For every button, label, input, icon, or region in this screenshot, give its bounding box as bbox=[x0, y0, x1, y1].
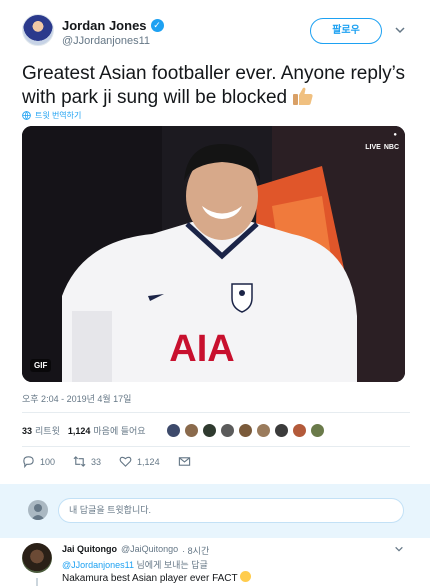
tweet-text-body: Greatest Asian footballer ever. Anyone r… bbox=[22, 63, 406, 108]
reply-header: Jai Quitongo @JaiQuitongo · 8시간 bbox=[62, 544, 209, 557]
message-icon bbox=[178, 457, 190, 466]
gif-frame: AIA bbox=[22, 126, 405, 382]
reply-to-suffix: 님에게 보내는 답글 bbox=[134, 560, 208, 570]
tweet-media-gif[interactable]: AIA ● LIVE NBC GIF bbox=[22, 126, 405, 382]
retweet-icon bbox=[73, 456, 86, 467]
translate-link[interactable]: 트윗 번역하기 bbox=[22, 110, 81, 121]
liker-avatar[interactable] bbox=[309, 422, 325, 438]
like-button[interactable]: 1,124 bbox=[119, 455, 160, 468]
thread-line bbox=[36, 578, 38, 586]
author-avatar[interactable] bbox=[22, 14, 54, 46]
thumbs-up-emoji bbox=[293, 87, 313, 105]
reply-to-handle[interactable]: @JJordanjones11 bbox=[62, 560, 134, 570]
liker-avatar[interactable] bbox=[237, 422, 253, 438]
liker-avatar[interactable] bbox=[219, 422, 235, 438]
reply-tweet[interactable]: Jai Quitongo @JaiQuitongo · 8시간 @JJordan… bbox=[0, 538, 430, 586]
liker-avatar[interactable] bbox=[165, 422, 181, 438]
retweet-count: 33 bbox=[91, 456, 102, 467]
shirt-sponsor-text: AIA bbox=[169, 328, 234, 370]
live-label: LIVE bbox=[365, 144, 381, 151]
tweet-actions: 100 33 1,124 bbox=[22, 455, 209, 468]
author-display-name[interactable]: Jordan Jones bbox=[62, 18, 147, 33]
reply-author-handle[interactable]: @JaiQuitongo bbox=[121, 544, 178, 557]
author-name-row: Jordan Jones ✓ bbox=[62, 18, 164, 33]
tweet-stats: 33 리트윗 1,124 마음에 들어요 bbox=[22, 420, 325, 440]
liker-avatar[interactable] bbox=[255, 422, 271, 438]
like-count: 1,124 bbox=[137, 456, 160, 467]
liker-avatar[interactable] bbox=[273, 422, 289, 438]
tweet-header: Jordan Jones ✓ @JJordanjones11 팔로우 bbox=[22, 14, 410, 54]
reply-count: 100 bbox=[40, 456, 56, 467]
likes-count: 1,124 bbox=[67, 425, 91, 436]
reply-composer: 내 답글을 트윗합니다. bbox=[0, 484, 430, 538]
network-label: NBC bbox=[383, 144, 399, 151]
follow-button[interactable]: 팔로우 bbox=[310, 18, 382, 44]
chevron-down-icon[interactable] bbox=[394, 24, 406, 36]
reply-author-name[interactable]: Jai Quitongo bbox=[62, 544, 117, 557]
reply-author-avatar[interactable] bbox=[22, 543, 52, 573]
reply-to-line: @JJordanjones11 님에게 보내는 답글 bbox=[62, 558, 208, 571]
reply-button[interactable]: 100 bbox=[22, 455, 55, 468]
liker-avatar[interactable] bbox=[291, 422, 307, 438]
heart-icon bbox=[119, 456, 132, 467]
tweet-text: Greatest Asian footballer ever. Anyone r… bbox=[22, 62, 412, 110]
divider bbox=[22, 446, 410, 447]
current-user-avatar bbox=[28, 500, 48, 520]
translate-label: 트윗 번역하기 bbox=[35, 111, 82, 120]
reply-time[interactable]: · 8시간 bbox=[182, 544, 209, 557]
reply-input[interactable]: 내 답글을 트윗합니다. bbox=[58, 498, 404, 523]
chevron-down-icon[interactable] bbox=[394, 544, 404, 554]
retweets-stat[interactable]: 33 리트윗 bbox=[22, 424, 60, 437]
liker-avatar[interactable] bbox=[201, 422, 217, 438]
retweet-button[interactable]: 33 bbox=[73, 455, 101, 468]
reply-text-body: Nakamura best Asian player ever FACT bbox=[62, 573, 238, 584]
default-avatar-icon bbox=[31, 504, 45, 520]
divider bbox=[22, 412, 410, 413]
likes-stat[interactable]: 1,124 마음에 들어요 bbox=[68, 424, 146, 437]
direct-message-button[interactable] bbox=[178, 455, 191, 468]
tweet-timestamp[interactable]: 오후 2:04 - 2019년 4월 17일 bbox=[22, 392, 131, 405]
grinning-emoji bbox=[240, 571, 252, 582]
retweets-label: 리트윗 bbox=[35, 425, 60, 436]
globe-icon bbox=[22, 111, 31, 120]
gif-badge: GIF bbox=[30, 359, 52, 372]
live-badge: LIVE NBC bbox=[365, 144, 399, 151]
likers-avatars bbox=[165, 422, 325, 438]
network-logo-icon: ● bbox=[393, 132, 397, 138]
liker-avatar[interactable] bbox=[183, 422, 199, 438]
reply-icon bbox=[23, 456, 34, 468]
likes-label: 마음에 들어요 bbox=[93, 425, 146, 436]
verified-badge-icon: ✓ bbox=[150, 19, 164, 32]
retweets-count: 33 bbox=[22, 425, 33, 436]
reply-text: Nakamura best Asian player ever FACT bbox=[62, 571, 252, 584]
author-handle[interactable]: @JJordanjones11 bbox=[62, 35, 150, 47]
